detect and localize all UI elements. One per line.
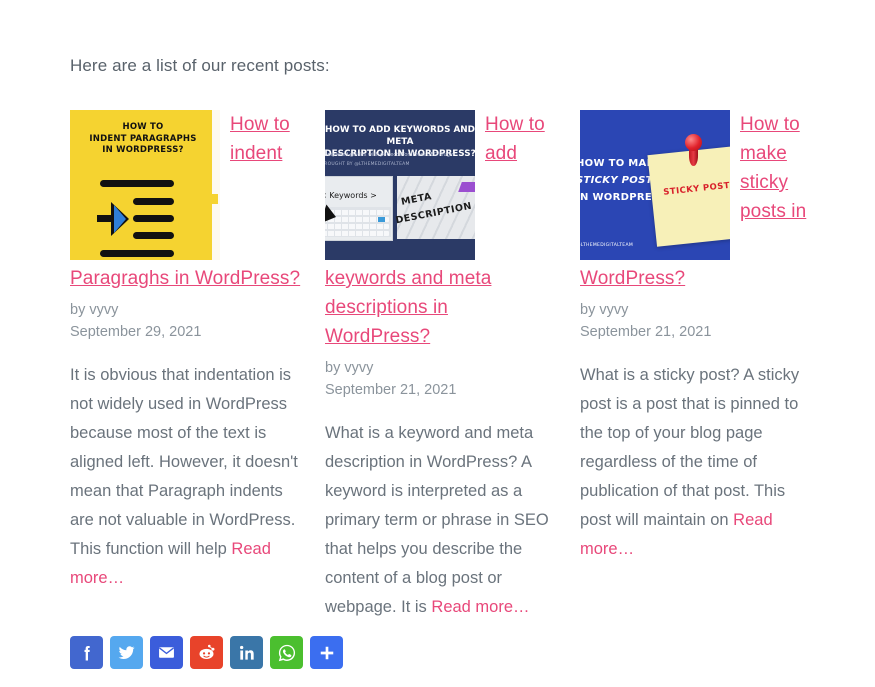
post-thumbnail-image[interactable]: HOW TO ADD KEYWORDS AND META DESCRIPTION…	[325, 110, 475, 260]
social-share-bar	[70, 636, 343, 669]
post-author: by vyvy	[580, 302, 629, 318]
post-excerpt: What is a keyword and meta description i…	[325, 419, 558, 622]
purple-key-highlight	[458, 182, 475, 192]
linkedin-icon	[237, 643, 257, 663]
whatsapp-share-button[interactable]	[270, 636, 303, 669]
keyboard-row	[325, 224, 389, 229]
plus-icon	[317, 643, 337, 663]
indent-line-icon	[133, 215, 174, 222]
envelope-icon	[156, 642, 177, 663]
thumbnail-heading-line1: HOW TO ADD KEYWORDS AND META	[325, 125, 475, 147]
twitter-share-button[interactable]	[110, 636, 143, 669]
sticky-note-label: STICKY POST	[662, 180, 730, 198]
thumbnail-heading-line3: IN WORDPRESS?	[102, 145, 184, 155]
whatsapp-icon	[276, 642, 298, 664]
thumbnail-subtitle: Completed guides with perfect WordPress …	[325, 152, 455, 158]
post-meta: by vyvy September 21, 2021	[325, 351, 558, 401]
thumbnail-heading-line2: STICKY POSTS	[580, 175, 661, 186]
post-card-keywords-meta-description: HOW TO ADD KEYWORDS AND META DESCRIPTION…	[325, 110, 558, 639]
post-excerpt: What is a sticky post? A sticky post is …	[580, 361, 813, 564]
post-card-sticky-posts: HOW TO MAKE STICKY POSTS IN WORDPRES? @L…	[580, 110, 813, 581]
meta-label: META	[400, 191, 433, 208]
facebook-icon	[77, 643, 97, 663]
indent-arrow-highlight-icon	[114, 205, 126, 233]
thumbnail-heading-line2: INDENT PARAGRAPHS	[89, 133, 197, 144]
post-date: September 21, 2021	[580, 324, 712, 340]
keyboard-row	[325, 231, 389, 236]
page-intro-text: Here are a list of our recent posts:	[70, 56, 330, 75]
email-share-button[interactable]	[150, 636, 183, 669]
reddit-icon	[196, 642, 217, 663]
meta-description-keyboard-graphic: META DESCRIPTION	[395, 176, 475, 239]
post-excerpt: It is obvious that indentation is not wi…	[70, 361, 303, 593]
indent-line-icon	[100, 250, 174, 257]
thumbnail-heading-line1: HOW TO	[122, 122, 164, 132]
post-author: by vyvy	[325, 360, 374, 376]
post-date: September 29, 2021	[70, 324, 202, 340]
thumbnail-heading: HOW TO INDENT PARAGRAPHS IN WORDPRESS?	[70, 122, 216, 157]
twitter-icon	[116, 642, 137, 663]
linkedin-share-button[interactable]	[230, 636, 263, 669]
post-excerpt-text: It is obvious that indentation is not wi…	[70, 366, 298, 558]
indent-line-icon	[133, 232, 174, 239]
post-date: September 21, 2021	[325, 382, 457, 398]
push-pin-head-icon	[685, 134, 702, 151]
thumbnail-byline: BROUGHT BY @LTHEMEDIGITALTEAM	[325, 162, 410, 167]
highlighted-key	[378, 217, 385, 222]
post-meta: by vyvy September 29, 2021	[70, 293, 303, 343]
read-more-link[interactable]: Read more…	[431, 598, 529, 616]
post-card-indent-paragraphs: HOW TO INDENT PARAGRAPHS IN WORDPRESS? H…	[70, 110, 303, 610]
post-excerpt-text: What is a keyword and meta description i…	[325, 424, 549, 616]
post-author: by vyvy	[70, 302, 119, 318]
indent-line-icon	[100, 180, 174, 187]
thumbnail-footer-credit: @LTHEMEDIGITALTEAM	[580, 243, 634, 248]
keyword-screen-label: < Keywords >	[325, 191, 377, 200]
facebook-share-button[interactable]	[70, 636, 103, 669]
recent-posts-list: HOW TO INDENT PARAGRAPHS IN WORDPRESS? H…	[70, 110, 817, 639]
page-fold-tip-decoration	[211, 194, 218, 204]
post-meta: by vyvy September 21, 2021	[580, 293, 813, 343]
post-thumbnail-image[interactable]: HOW TO INDENT PARAGRAPHS IN WORDPRESS?	[70, 110, 220, 260]
more-share-button[interactable]	[310, 636, 343, 669]
indent-line-icon	[133, 198, 174, 205]
post-thumbnail-image[interactable]: HOW TO MAKE STICKY POSTS IN WORDPRES? @L…	[580, 110, 730, 260]
recent-posts-page: Here are a list of our recent posts: HOW…	[0, 0, 875, 687]
post-excerpt-text: What is a sticky post? A sticky post is …	[580, 366, 800, 529]
reddit-share-button[interactable]	[190, 636, 223, 669]
